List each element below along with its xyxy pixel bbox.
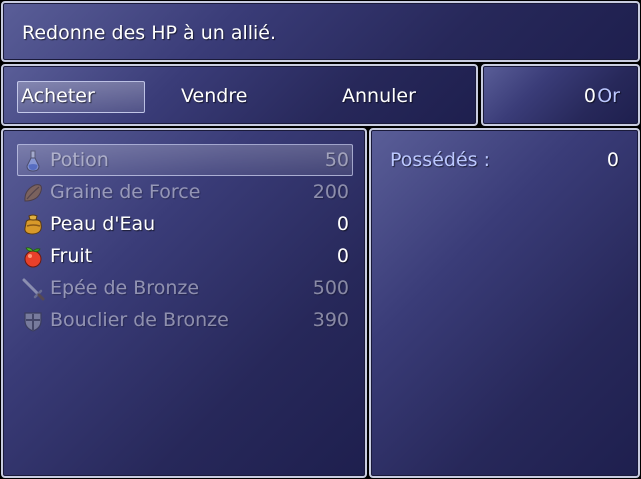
status-window: Possédés : 0 (369, 128, 640, 478)
item-price: 390 (312, 309, 349, 331)
sword-icon (22, 278, 45, 301)
item-price: 0 (336, 245, 349, 267)
item-price: 500 (312, 277, 349, 299)
help-window: Redonne des HP à un allié. (1, 1, 640, 62)
shield-icon (24, 312, 42, 332)
seed-icon (24, 184, 42, 202)
command-window: Acheter Vendre Annuler (1, 64, 478, 126)
fruit-icon (24, 247, 42, 268)
gold-window: 0 Or (481, 64, 640, 126)
list-item-seed[interactable]: Graine de Force 200 (19, 176, 351, 208)
item-name: Graine de Force (50, 181, 201, 203)
owned-label: Possédés : (390, 149, 490, 171)
list-item-shield[interactable]: Bouclier de Bronze 390 (19, 304, 351, 336)
item-name: Fruit (50, 245, 93, 267)
item-price: 0 (336, 213, 349, 235)
item-price: 50 (324, 149, 349, 171)
list-item-fruit[interactable]: Fruit 0 (19, 240, 351, 272)
cancel-command[interactable]: Annuler (342, 81, 416, 113)
list-item-potion[interactable]: Potion 50 (19, 144, 351, 176)
water-skin-icon (24, 214, 42, 235)
owned-count: 0 (606, 149, 619, 171)
item-price: 200 (312, 181, 349, 203)
item-name: Potion (50, 149, 109, 171)
item-name: Epée de Bronze (50, 277, 200, 299)
item-name: Peau d'Eau (50, 213, 156, 235)
help-text: Redonne des HP à un allié. (22, 22, 277, 44)
item-name: Bouclier de Bronze (50, 309, 229, 331)
gold-amount: 0 (583, 85, 596, 107)
list-item-water-skin[interactable]: Peau d'Eau 0 (19, 208, 351, 240)
sell-command[interactable]: Vendre (181, 81, 247, 113)
potion-icon (26, 150, 40, 172)
list-item-sword[interactable]: Epée de Bronze 500 (19, 272, 351, 304)
gold-unit: Or (597, 85, 620, 107)
buy-command[interactable]: Acheter (17, 81, 145, 113)
shop-item-list: Potion 50 Graine de Force 200 Peau d'Eau… (1, 128, 367, 478)
